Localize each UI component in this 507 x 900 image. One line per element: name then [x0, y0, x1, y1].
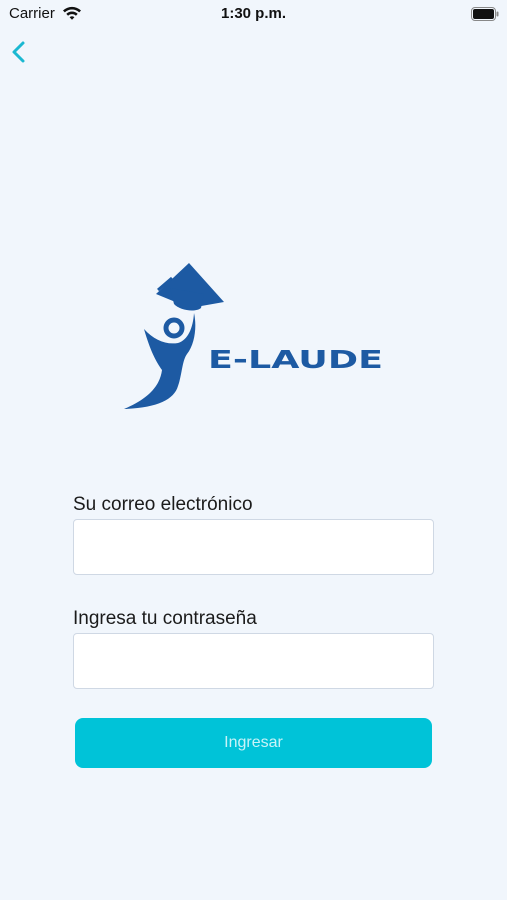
password-field[interactable] — [73, 633, 434, 689]
status-time: 1:30 p.m. — [220, 5, 287, 22]
e-laude-logo: E-LAUDE — [122, 258, 386, 414]
logo-brand-text: E-LAUDE — [208, 345, 383, 374]
email-field[interactable] — [73, 519, 434, 575]
chevron-left-icon — [12, 41, 25, 63]
password-label: Ingresa tu contraseña — [73, 608, 257, 629]
status-bar: Carrier 1:30 p.m. — [0, 0, 507, 28]
back-button[interactable] — [8, 38, 32, 66]
battery-icon — [471, 7, 499, 26]
login-button[interactable]: Ingresar — [75, 718, 432, 768]
email-label: Su correo electrónico — [73, 494, 253, 515]
